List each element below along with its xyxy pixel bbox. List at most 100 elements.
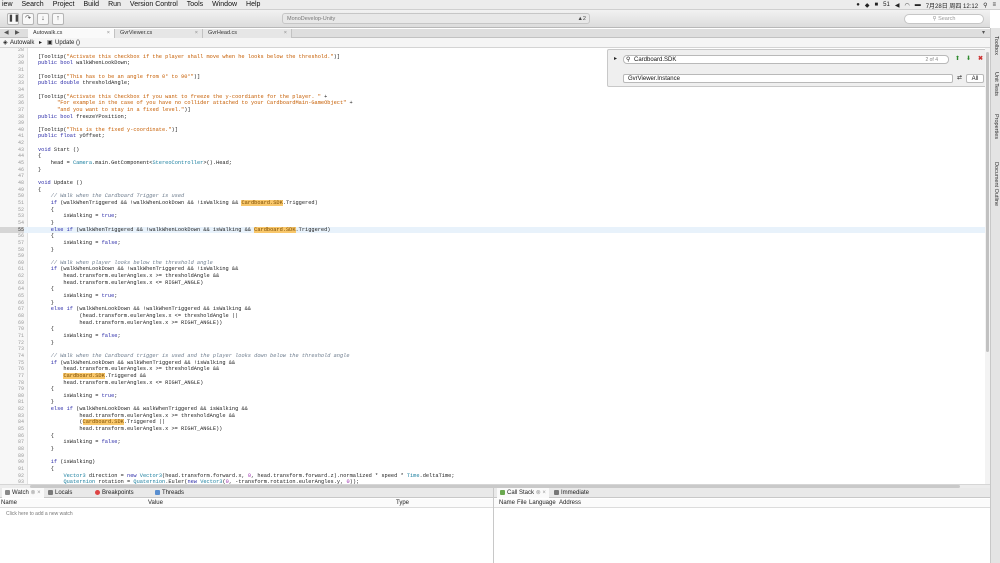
tab-locals[interactable]: Locals [48,488,72,498]
toolbox-tab[interactable]: Toolbox [991,36,1000,55]
wifi-icon[interactable]: ◠ [904,2,909,9]
code-line[interactable]: 74 // Walk when the Cardboard trigger is… [0,353,985,360]
code-text[interactable]: } [38,220,54,227]
code-line[interactable]: 86 { [0,433,985,440]
tab-list-icon[interactable]: ▾ [982,29,985,38]
code-line[interactable]: 35 [Tooltip("Activate this Checkbox if yo… [0,94,985,101]
code-text[interactable]: } [38,340,54,347]
line-number[interactable]: 56 [0,233,24,240]
code-line[interactable]: 76 head.transform.eulerAngles.x >= thres… [0,366,985,373]
close-icon[interactable]: × [284,29,287,38]
code-text[interactable]: public float yOffset; [38,133,105,140]
code-line[interactable]: 72 } [0,340,985,347]
code-text[interactable]: { [38,207,54,214]
code-line[interactable]: 79 { [0,386,985,393]
line-number[interactable]: 76 [0,366,24,373]
code-line[interactable]: 90 if (isWalking) [0,459,985,466]
menu-run[interactable]: Run [108,1,121,8]
status-count[interactable]: 51 [883,2,890,8]
code-text[interactable]: { [38,386,54,393]
tab-gvrhead[interactable]: GvrHead.cs × [203,29,292,38]
line-number[interactable]: 66 [0,300,24,307]
line-number[interactable]: 51 [0,200,24,207]
line-number[interactable]: 57 [0,240,24,247]
replace-input[interactable]: GvrViewer.Instance [623,74,953,83]
find-next-icon[interactable]: ⬇ [964,55,973,64]
code-line[interactable]: 91 { [0,466,985,473]
line-number[interactable]: 44 [0,153,24,160]
code-text[interactable]: // Walk when the Cardboard trigger is us… [38,353,350,360]
line-number[interactable]: 47 [0,173,24,180]
notification-icon[interactable]: ■ [875,2,879,8]
code-line[interactable]: 38 public bool freezeYPosition; [0,114,985,121]
code-text[interactable]: } [38,399,54,406]
column-name[interactable]: Name [499,499,515,508]
code-text[interactable]: else if (walkWhenLookDown && walkWhenTri… [38,406,248,413]
step-over-icon[interactable]: ↷ [22,13,34,25]
code-line[interactable]: 82 else if (walkWhenLookDown && walkWhen… [0,406,985,413]
code-text[interactable]: { [38,466,54,473]
code-line[interactable]: 66 } [0,300,985,307]
line-number[interactable]: 84 [0,419,24,426]
column-address[interactable]: Address [559,499,581,508]
code-editor[interactable]: 28 29 [Tooltip("Activate this checkbox if … [0,48,990,484]
code-line[interactable]: 71 isWalking = false; [0,333,985,340]
code-text[interactable]: } [38,167,41,174]
code-line[interactable]: 49 { [0,187,985,194]
code-line[interactable]: 40 [Tooltip("This is the fixed y-coordina… [0,127,985,134]
code-text[interactable]: "and you want to stay in a fixed level."… [38,107,191,114]
code-line[interactable]: 50 // Walk when the Cardboard Trigger is… [0,193,985,200]
code-line[interactable]: 59 [0,253,985,260]
code-line[interactable]: 44 { [0,153,985,160]
code-line[interactable]: 89 [0,453,985,460]
line-number[interactable]: 79 [0,386,24,393]
close-find-icon[interactable]: ✖ [976,55,985,64]
code-text[interactable]: (Cardboard.SDK.Triggered || [38,419,165,426]
line-number[interactable]: 54 [0,220,24,227]
tab-breakpoints[interactable]: Breakpoints [95,488,134,498]
line-number[interactable]: 64 [0,286,24,293]
code-text[interactable]: } [38,300,54,307]
code-line[interactable]: 84 (Cardboard.SDK.Triggered || [0,419,985,426]
code-line[interactable]: 85 head.transform.eulerAngles.x >= RIGHT… [0,426,985,433]
code-line[interactable]: 58 } [0,247,985,254]
line-number[interactable]: 86 [0,433,24,440]
line-number[interactable]: 74 [0,353,24,360]
code-line[interactable]: 62 head.transform.eulerAngles.x >= thres… [0,273,985,280]
list-icon[interactable]: ≡ [992,2,996,8]
find-input[interactable]: ⚲ Cardboard.SDK 2 of 4 [623,55,949,64]
shield-icon[interactable]: ◆ [865,2,870,9]
code-line[interactable]: 80 isWalking = true; [0,393,985,400]
expand-icon[interactable]: ▸ [611,55,620,64]
column-file[interactable]: File [517,499,527,508]
code-line[interactable]: 61 if (walkWhenLookDown && !walkWhenTrig… [0,266,985,273]
step-into-icon[interactable]: ↓ [37,13,49,25]
code-line[interactable]: 78 head.transform.eulerAngles.x <= RIGHT… [0,380,985,387]
line-number[interactable]: 31 [0,67,24,74]
tab-immediate[interactable]: Immediate [554,488,589,498]
menu-search[interactable]: Search [22,1,44,8]
code-line[interactable]: 45 head = Camera.main.GetComponent<Stere… [0,160,985,167]
code-text[interactable]: { [38,433,54,440]
replace-all-button[interactable]: All [966,74,984,83]
code-line[interactable]: 46} [0,167,985,174]
tab-gvrviewer[interactable]: GvrViewer.cs × [115,29,203,38]
code-line[interactable]: 68 (head.transform.eulerAngles.x <= thre… [0,313,985,320]
unit-tests-tab[interactable]: Unit Tests [991,72,1000,96]
line-number[interactable]: 67 [0,306,24,313]
code-line[interactable]: 47 [0,173,985,180]
code-text[interactable]: Vector3 direction = new Vector3(head.tra… [38,473,454,480]
breadcrumb-member[interactable]: Update () [55,38,80,48]
column-value[interactable]: Value [148,499,163,508]
code-line[interactable]: 67 else if (walkWhenLookDown && !walkWhe… [0,306,985,313]
code-line[interactable]: 36 "For example in the case of you have … [0,100,985,107]
add-watch-hint[interactable]: Click here to add a new watch [6,511,73,517]
code-text[interactable]: if (walkWhenLookDown && !walkWhenTrigger… [38,266,239,273]
wechat-icon[interactable]: ● [856,2,860,8]
code-line[interactable]: 48 void Update () [0,180,985,187]
code-text[interactable]: isWalking = false; [38,333,120,340]
flag-icon[interactable]: ▬ [915,2,921,8]
code-line[interactable]: 55 else if (walkWhenTriggered && !walkWh… [0,226,985,234]
menu-help[interactable]: Help [246,1,260,8]
code-line[interactable]: 52 { [0,207,985,214]
